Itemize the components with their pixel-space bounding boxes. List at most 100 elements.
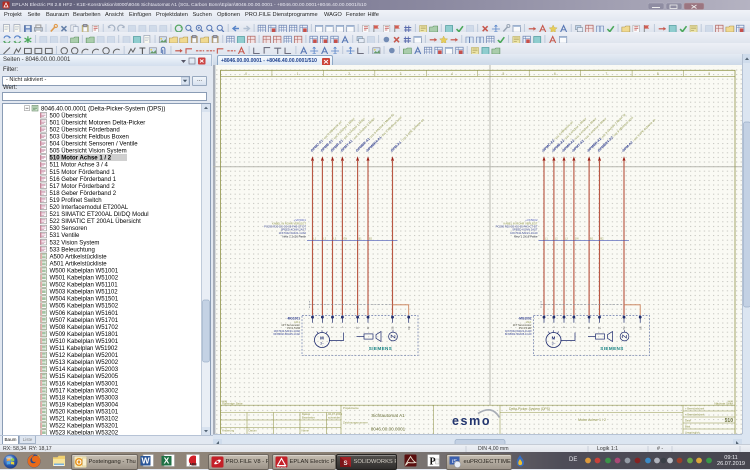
svg-text:Nächste Seite: Nächste Seite bbox=[714, 401, 733, 405]
svg-text:O: O bbox=[76, 459, 82, 466]
svg-text:530 Sensoren: 530 Sensoren bbox=[50, 226, 88, 232]
svg-text:8: 8 bbox=[657, 72, 659, 76]
svg-text:502 Übersicht Förderband: 502 Übersicht Förderband bbox=[50, 126, 120, 133]
svg-text:A500 Artikelstückliste: A500 Artikelstückliste bbox=[50, 254, 108, 260]
svg-text:S: S bbox=[343, 460, 347, 466]
svg-text:M: M bbox=[552, 335, 556, 340]
svg-text:3~: 3~ bbox=[552, 341, 556, 345]
svg-text:518 Geber Förderband 2: 518 Geber Förderband 2 bbox=[50, 191, 117, 197]
svg-text:2: 2 bbox=[348, 72, 350, 76]
svg-text:504 Übersicht Sensoren / Venti: 504 Übersicht Sensoren / Ventile bbox=[50, 141, 139, 148]
svg-text:W520 Kabelplan W53101: W520 Kabelplan W53101 bbox=[50, 409, 119, 415]
svg-text:W511 Kabelplan W51902: W511 Kabelplan W51902 bbox=[50, 346, 119, 352]
svg-text:SIEMENS: SIEMENS bbox=[600, 346, 623, 351]
svg-text:BR: BR bbox=[638, 326, 641, 330]
svg-text:W: W bbox=[141, 456, 150, 466]
svg-text:schneider: schneider bbox=[328, 415, 340, 419]
svg-text:Name: Name bbox=[302, 428, 310, 432]
svg-text:8046.40.00.0001 (Delta-Picker-: 8046.40.00.0001 (Delta-Picker-System (DP… bbox=[41, 106, 165, 112]
svg-text:ABB: ABB bbox=[189, 463, 197, 467]
svg-text:520 Interfacemodul ET200AL: 520 Interfacemodul ET200AL bbox=[50, 205, 129, 211]
svg-text:W504 Kabelplan W51501: W504 Kabelplan W51501 bbox=[50, 297, 119, 303]
svg-text:W505 Kabelplan W51502: W505 Kabelplan W51502 bbox=[50, 304, 119, 310]
svg-text:Bearbeiter: Bearbeiter bbox=[302, 415, 315, 419]
svg-text:BR: BR bbox=[407, 326, 410, 330]
svg-text:P: P bbox=[429, 457, 435, 468]
svg-text:+ Bereichskürzel: + Bereichskürzel bbox=[685, 406, 705, 410]
svg-text:Ursprünglich: Ursprünglich bbox=[685, 430, 700, 434]
svg-text:W513 Kabelplan W52002: W513 Kabelplan W52002 bbox=[50, 360, 119, 366]
svg-text:W512 Kabelplan W52001: W512 Kabelplan W52001 bbox=[50, 353, 119, 359]
svg-text:6FX8002-5DA05-1CA0: 6FX8002-5DA05-1CA0 bbox=[273, 332, 300, 336]
svg-text:W503 Kabelplan W51102: W503 Kabelplan W51102 bbox=[50, 290, 119, 296]
svg-text:EPLAN: EPLAN bbox=[277, 464, 286, 468]
svg-text:W502 Kabelplan W51101: W502 Kabelplan W51101 bbox=[50, 283, 119, 289]
svg-text:503 Übersicht Feldbus Boxen: 503 Übersicht Feldbus Boxen bbox=[50, 134, 129, 141]
svg-text:9: 9 bbox=[708, 72, 710, 76]
svg-text:516 Geber Förderband 1: 516 Geber Förderband 1 bbox=[50, 177, 117, 183]
svg-text:SIEMENS: SIEMENS bbox=[369, 346, 392, 351]
svg-text:Sichtautomat A1: Sichtautomat A1 bbox=[371, 413, 405, 418]
svg-text:3: 3 bbox=[400, 72, 402, 76]
svg-text:Projektname: Projektname bbox=[343, 405, 359, 409]
svg-text:esmo: esmo bbox=[452, 414, 491, 428]
svg-text:W501 Kabelplan W51002: W501 Kabelplan W51002 bbox=[50, 276, 119, 282]
svg-text:PE: PE bbox=[391, 326, 394, 330]
svg-text:GN: GN bbox=[575, 237, 579, 240]
svg-text:8046.00.00.0001: 8046.00.00.0001 bbox=[371, 426, 406, 431]
svg-text:533 Beleuchtung: 533 Beleuchtung bbox=[50, 247, 95, 253]
svg-text:6FX8002-5DA05-1CA0: 6FX8002-5DA05-1CA0 bbox=[505, 332, 532, 336]
svg-text:522 SIMATIC ET 200AL Übersicht: 522 SIMATIC ET 200AL Übersicht bbox=[50, 218, 142, 225]
svg-text:517 Motor Förderband 2: 517 Motor Förderband 2 bbox=[50, 184, 116, 190]
svg-text:7: 7 bbox=[605, 72, 607, 76]
svg-text:X: X bbox=[164, 456, 170, 466]
svg-text:Blatt: Blatt bbox=[685, 424, 690, 428]
svg-text:PE: PE bbox=[622, 326, 625, 330]
svg-text:1: 1 bbox=[297, 72, 299, 76]
svg-text:M: M bbox=[320, 335, 324, 340]
svg-text:532 Vision System: 532 Vision System bbox=[50, 240, 100, 246]
svg-text:501 Übersicht Motoren Delta-Pi: 501 Übersicht Motoren Delta-Picker bbox=[50, 119, 146, 126]
svg-text:Datum: Datum bbox=[249, 428, 258, 432]
svg-text:5: 5 bbox=[503, 72, 505, 76]
svg-text:500 Übersicht: 500 Übersicht bbox=[50, 112, 88, 119]
svg-text:-MG1002: -MG1002 bbox=[518, 316, 532, 320]
svg-text:W509 Kabelplan W51801: W509 Kabelplan W51801 bbox=[50, 332, 119, 338]
svg-text:0: 0 bbox=[245, 72, 247, 76]
svg-text:Delta-Picker-System (DPS): Delta-Picker-System (DPS) bbox=[509, 407, 550, 411]
svg-text:4: 4 bbox=[451, 72, 453, 76]
svg-text:W500 Kabelplan W51001: W500 Kabelplan W51001 bbox=[50, 268, 119, 274]
svg-text:W506 Kabelplan W51601: W506 Kabelplan W51601 bbox=[50, 311, 119, 317]
svg-text:= Bereichskürzel: = Bereichskürzel bbox=[685, 412, 705, 416]
svg-text:511 Motor Achse 3 / 4: 511 Motor Achse 3 / 4 bbox=[50, 163, 109, 169]
svg-text:W521 Kabelplan W53102: W521 Kabelplan W53102 bbox=[50, 417, 119, 423]
svg-text:W519 Kabelplan W53004: W519 Kabelplan W53004 bbox=[50, 402, 119, 408]
svg-text:W522 Kabelplan W53201: W522 Kabelplan W53201 bbox=[50, 424, 119, 430]
svg-text:510 Motor Achse 1 / 2: 510 Motor Achse 1 / 2 bbox=[50, 156, 112, 162]
svg-text:Netz 1 2x16 Paste: Netz 1 2x16 Paste bbox=[514, 234, 538, 238]
svg-text:521 SIMATIC ET200AL DI/DQ Modu: 521 SIMATIC ET200AL DI/DQ Modul bbox=[50, 212, 149, 218]
svg-text:W508 Kabelplan W51702: W508 Kabelplan W51702 bbox=[50, 325, 119, 331]
svg-text:W514 Kabelplan W52003: W514 Kabelplan W52003 bbox=[50, 367, 119, 373]
svg-text:Motor Achse 1 / 2: Motor Achse 1 / 2 bbox=[578, 418, 606, 422]
svg-text:W515 Kabelplan W52005: W515 Kabelplan W52005 bbox=[50, 374, 119, 380]
svg-text:W516 Kabelplan W53001: W516 Kabelplan W53001 bbox=[50, 381, 119, 387]
svg-text:515 Motor Förderband 1: 515 Motor Förderband 1 bbox=[50, 170, 116, 176]
svg-text:531 Ventile: 531 Ventile bbox=[50, 233, 81, 239]
svg-text:3~: 3~ bbox=[320, 341, 324, 345]
svg-text:W518 Kabelplan W53003: W518 Kabelplan W53003 bbox=[50, 395, 119, 401]
svg-text:W517 Kabelplan W53002: W517 Kabelplan W53002 bbox=[50, 388, 119, 394]
svg-text:Änderung: Änderung bbox=[222, 428, 235, 432]
svg-text:Netz 1 2x16 Paste: Netz 1 2x16 Paste bbox=[282, 234, 306, 238]
svg-text:Seite: Seite bbox=[685, 418, 691, 422]
svg-text:W510 Kabelplan W51901: W510 Kabelplan W51901 bbox=[50, 339, 119, 345]
svg-text:6: 6 bbox=[554, 72, 556, 76]
svg-text:519 Profinet Switch: 519 Profinet Switch bbox=[50, 198, 102, 204]
svg-text:W507 Kabelplan W51701: W507 Kabelplan W51701 bbox=[50, 318, 119, 324]
svg-text:510: 510 bbox=[725, 417, 734, 423]
svg-text:A501 Artikelstückliste: A501 Artikelstückliste bbox=[50, 261, 108, 267]
svg-text:GN: GN bbox=[343, 237, 347, 240]
svg-text:Vorherige Seite: Vorherige Seite bbox=[222, 401, 243, 405]
svg-text:505 Übersicht Vision System: 505 Übersicht Vision System bbox=[50, 148, 127, 155]
svg-text:Zeichnungsnummer: Zeichnungsnummer bbox=[343, 420, 368, 424]
